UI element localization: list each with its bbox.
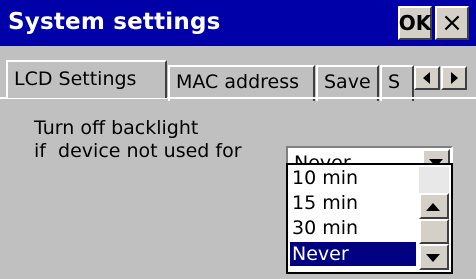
option-30-min[interactable]: 30 min — [290, 216, 416, 240]
tab-scroll-right-button[interactable] — [441, 66, 467, 90]
ok-button[interactable]: OK — [398, 6, 432, 40]
tab-save[interactable]: Save — [316, 65, 379, 101]
close-button[interactable]: × — [435, 6, 469, 40]
tab-s[interactable]: S — [380, 65, 414, 101]
tab-strip: LCD Settings MAC address Save S — [0, 46, 476, 101]
backlight-label-line1: Turn off backlight — [34, 117, 199, 139]
tab-lcd-settings[interactable]: LCD Settings — [6, 60, 167, 98]
scroll-up-button[interactable] — [419, 193, 449, 219]
tab-scroll-left-button[interactable] — [414, 66, 440, 90]
option-10-min[interactable]: 10 min — [290, 166, 416, 190]
tab-mac-address[interactable]: MAC address — [168, 65, 315, 101]
arrow-down-icon — [426, 254, 440, 262]
option-never[interactable]: Never — [290, 242, 416, 266]
backlight-label-line2: if device not used for — [34, 140, 242, 162]
option-15-min[interactable]: 15 min — [290, 191, 416, 215]
arrow-right-icon — [451, 72, 458, 84]
arrow-up-icon — [426, 203, 440, 211]
arrow-left-icon — [423, 72, 430, 84]
dropdown-scrollbar[interactable] — [419, 167, 449, 270]
window-title: System settings — [8, 9, 221, 35]
backlight-label: Turn off backlight if device not used fo… — [34, 117, 242, 163]
title-bar: System settings OK × — [0, 0, 476, 46]
scroll-thumb[interactable] — [419, 219, 449, 244]
dropdown-list[interactable]: 10 min 15 min 30 min Never — [286, 163, 453, 274]
scroll-down-button[interactable] — [419, 244, 449, 270]
